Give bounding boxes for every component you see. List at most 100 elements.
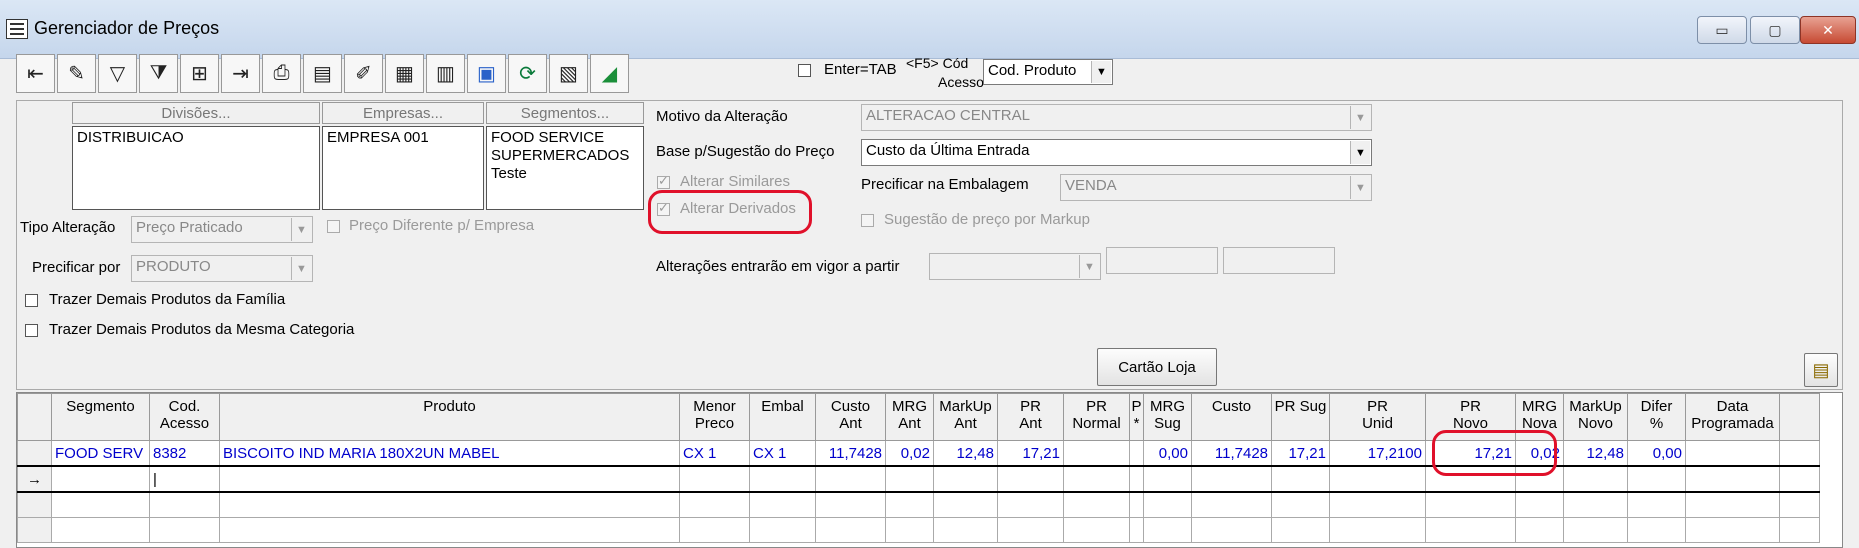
table-cell[interactable]: | [149, 465, 220, 493]
table-cell[interactable] [1271, 491, 1330, 518]
segmentos-header[interactable]: Segmentos... [486, 102, 644, 124]
grid-insert-icon[interactable]: ▦ [385, 54, 424, 93]
table-cell[interactable] [1425, 517, 1516, 543]
table-cell[interactable] [1129, 517, 1144, 543]
cod-select[interactable]: Cod. Produto ▼ [983, 59, 1113, 85]
chevron-down-icon[interactable]: ▼ [291, 218, 311, 241]
column-header[interactable]: Custo Ant [815, 393, 886, 441]
column-header[interactable]: Difer % [1627, 393, 1686, 441]
table-cell[interactable] [219, 517, 680, 543]
table-row[interactable] [17, 517, 1820, 543]
eraser-icon[interactable]: ✎ [57, 54, 96, 93]
table-cell[interactable] [997, 465, 1064, 493]
segmentos-list[interactable]: FOOD SERVICE SUPERMERCADOS Teste [486, 126, 644, 210]
empresas-list[interactable]: EMPRESA 001 [322, 126, 484, 210]
chevron-down-icon[interactable]: ▼ [1091, 61, 1111, 83]
column-header[interactable]: Produto [219, 393, 680, 441]
column-header[interactable]: PR Sug [1271, 393, 1330, 441]
empresas-header[interactable]: Empresas... [322, 102, 484, 124]
precificar-embalagem-select[interactable]: VENDA ▼ [1060, 174, 1372, 201]
divisoes-header[interactable]: Divisões... [72, 102, 320, 124]
table-cell[interactable]: 8382 [149, 440, 220, 467]
table-cell[interactable] [149, 491, 220, 518]
table-cell[interactable] [1063, 491, 1130, 518]
table-cell[interactable] [219, 465, 680, 493]
table-cell[interactable]: CX 1 [749, 440, 816, 467]
table-cell[interactable] [1063, 440, 1130, 467]
table-cell[interactable] [933, 491, 998, 518]
table-cell[interactable] [749, 465, 816, 493]
table-cell[interactable]: 11,7428 [815, 440, 886, 467]
table-cell[interactable] [1563, 517, 1628, 543]
table-cell[interactable]: 17,2100 [1329, 440, 1426, 467]
table-cell[interactable]: CX 1 [679, 440, 750, 467]
enter-tab-checkbox[interactable] [798, 64, 811, 77]
add-row-icon[interactable]: ⊞ [180, 54, 219, 93]
table-cell[interactable] [1191, 517, 1272, 543]
table-cell[interactable] [1129, 440, 1144, 467]
refresh-icon[interactable]: ⟳ [508, 54, 547, 93]
table-cell[interactable] [1627, 491, 1686, 518]
motivo-select[interactable]: ALTERACAO CENTRAL ▼ [861, 104, 1372, 131]
column-header[interactable]: Data Programada [1685, 393, 1780, 441]
column-header[interactable]: Custo [1191, 393, 1272, 441]
edit-list-icon[interactable]: ✐ [344, 54, 383, 93]
table-cell[interactable] [1143, 465, 1192, 493]
chevron-down-icon[interactable]: ▼ [1079, 255, 1099, 278]
table-cell[interactable] [997, 491, 1064, 518]
close-button[interactable]: ✕ [1800, 16, 1856, 44]
table-cell[interactable] [1627, 517, 1686, 543]
table-cell[interactable]: 11,7428 [1191, 440, 1272, 467]
table-cell[interactable] [679, 517, 750, 543]
table-row[interactable] [17, 491, 1820, 518]
table-cell[interactable] [149, 517, 220, 543]
table-cell[interactable] [815, 491, 886, 518]
table-cell[interactable]: 12,48 [933, 440, 998, 467]
table-cell[interactable] [1685, 517, 1780, 543]
table-cell[interactable] [51, 465, 150, 493]
table-cell[interactable] [815, 517, 886, 543]
notes-icon[interactable]: ▤ [1804, 353, 1838, 387]
table-cell[interactable] [1143, 517, 1192, 543]
table-cell[interactable]: 0,00 [1627, 440, 1686, 467]
vigor-time-field[interactable] [1106, 247, 1218, 274]
table-cell[interactable] [1063, 465, 1130, 493]
column-header[interactable]: Embal [749, 393, 816, 441]
cartao-loja-button[interactable]: Cartão Loja [1097, 348, 1217, 386]
export-icon[interactable]: ⇥ [221, 54, 260, 93]
table-cell[interactable] [885, 465, 934, 493]
table-cell[interactable] [219, 491, 680, 518]
column-header[interactable]: Segmento [51, 393, 150, 441]
column-header[interactable]: Cod. Acesso [149, 393, 220, 441]
minimize-button[interactable]: ▭ [1697, 16, 1747, 44]
preco-diferente-checkbox[interactable] [327, 220, 340, 233]
table-cell[interactable] [51, 491, 150, 518]
column-header[interactable]: MRG Sug [1143, 393, 1192, 441]
column-header[interactable]: MarkUp Ant [933, 393, 998, 441]
table-cell[interactable]: FOOD SERV [51, 440, 150, 467]
precificar-por-select[interactable]: PRODUTO ▼ [131, 255, 313, 282]
column-header[interactable]: MarkUp Novo [1563, 393, 1628, 441]
calculator-icon[interactable]: ▧ [549, 54, 588, 93]
table-cell[interactable] [1129, 491, 1144, 518]
alterar-similares-checkbox[interactable] [657, 173, 670, 189]
table-cell[interactable] [1515, 517, 1564, 543]
tipo-alteracao-select[interactable]: Preço Praticado ▼ [131, 216, 313, 243]
table-cell[interactable] [815, 465, 886, 493]
filter-icon[interactable]: ▽ [98, 54, 137, 93]
table-cell[interactable] [933, 465, 998, 493]
table-cell[interactable] [1329, 465, 1426, 493]
trazer-categoria-checkbox[interactable] [25, 324, 38, 337]
table-cell[interactable]: 12,48 [1563, 440, 1628, 467]
table-cell[interactable]: 17,21 [1271, 440, 1330, 467]
table-cell[interactable] [1425, 491, 1516, 518]
column-header[interactable]: Menor Preco [679, 393, 750, 441]
chevron-down-icon[interactable]: ▼ [1350, 141, 1370, 164]
list-item[interactable]: FOOD SERVICE [491, 129, 639, 147]
table-cell[interactable] [679, 491, 750, 518]
divisoes-list[interactable]: DISTRIBUICAO [72, 126, 320, 210]
table-cell[interactable] [1191, 465, 1272, 493]
maximize-button[interactable]: ▢ [1750, 16, 1800, 44]
table-cell[interactable] [1685, 465, 1780, 493]
vigor-extra-field[interactable] [1223, 247, 1335, 274]
